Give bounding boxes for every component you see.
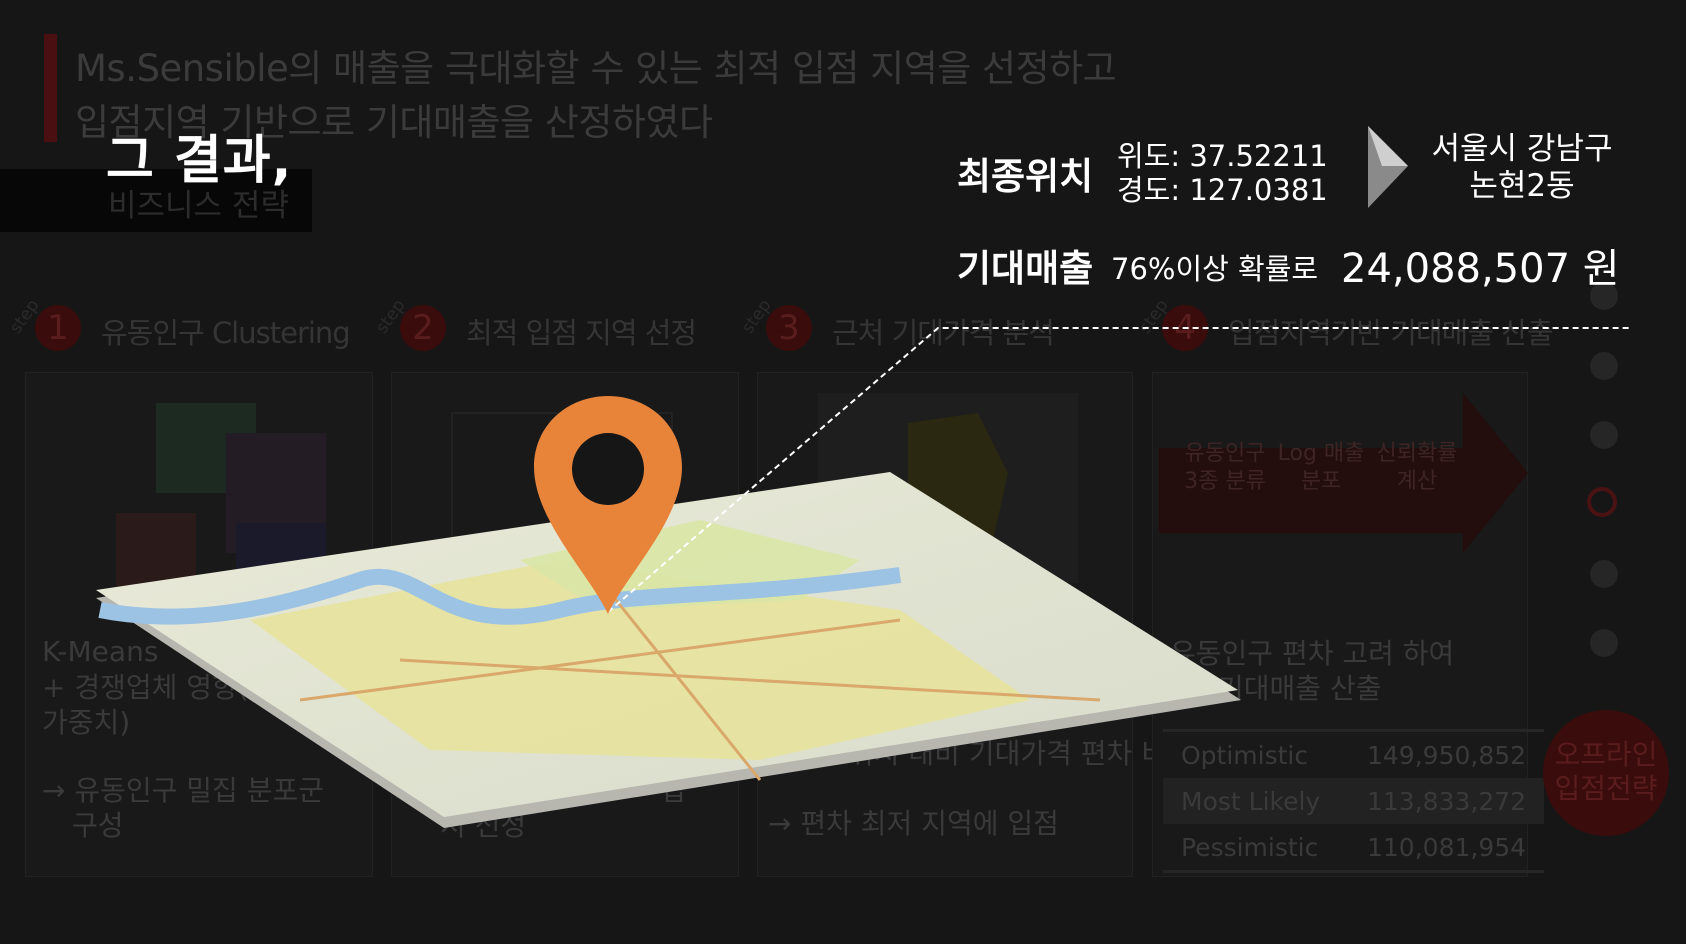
probability-text: 76%이상 확률로 — [1111, 252, 1319, 286]
final-location-label: 최종위치 — [957, 155, 1094, 198]
address-line-2: 논현2동 — [1469, 168, 1575, 204]
map-pin-hole — [572, 433, 644, 505]
expected-revenue-amount: 24,088,507 원 — [1341, 246, 1620, 292]
expected-revenue-label: 기대매출 — [957, 247, 1094, 290]
address-line-1: 서울시 강남구 — [1431, 131, 1613, 167]
longitude-value: 경도: 127.0381 — [1117, 173, 1328, 207]
